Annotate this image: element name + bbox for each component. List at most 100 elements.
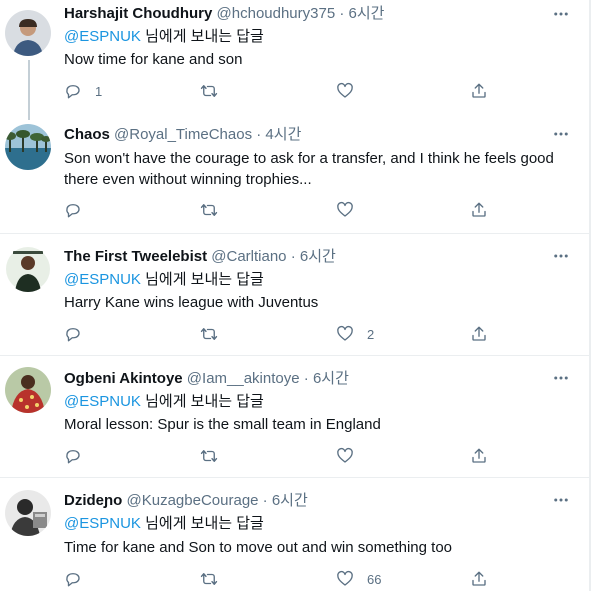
tweet[interactable]: Chaos @Royal_TimeChaos · 4시간 Son won't h… xyxy=(0,110,589,233)
timestamp[interactable]: 6시간 xyxy=(313,370,349,387)
separator-dot: · xyxy=(262,492,268,509)
more-icon[interactable] xyxy=(552,247,570,265)
separator-dot: · xyxy=(303,370,309,387)
like-icon xyxy=(337,201,353,217)
separator-dot: · xyxy=(339,5,345,22)
share-icon xyxy=(472,202,486,217)
reply-count: 1 xyxy=(95,83,103,99)
reply-context-label: 님에게 보내는 답글 xyxy=(140,28,264,45)
like-button[interactable] xyxy=(336,81,367,101)
retweet-icon xyxy=(200,204,218,216)
tweet-header: The First Tweelebist @Carltiano · 6시간 xyxy=(64,248,336,266)
tweet-text: Harry Kane wins league with Juventus xyxy=(64,294,319,311)
timestamp[interactable]: 4시간 xyxy=(265,126,301,143)
retweet-button[interactable] xyxy=(200,81,231,101)
avatar[interactable] xyxy=(5,10,51,56)
share-button[interactable] xyxy=(470,446,488,466)
like-button[interactable]: 66 xyxy=(336,569,381,589)
action-bar: 2 xyxy=(64,324,504,344)
retweet-button[interactable] xyxy=(200,569,231,589)
timestamp[interactable]: 6시간 xyxy=(349,5,385,22)
like-button[interactable]: 2 xyxy=(336,324,374,344)
reply-button[interactable] xyxy=(64,324,95,344)
reply-icon xyxy=(66,85,80,99)
tweet-header: Dzideɲo @KuzagbeCourage · 6시간 xyxy=(64,492,308,510)
share-icon xyxy=(472,448,486,463)
retweet-icon xyxy=(200,85,218,97)
retweet-icon xyxy=(200,450,218,462)
avatar[interactable] xyxy=(5,367,51,413)
like-count: 2 xyxy=(367,326,375,342)
tweet[interactable]: Dzideɲo @KuzagbeCourage · 6시간 @ESPNUK 님에… xyxy=(0,478,589,591)
like-count: 66 xyxy=(367,571,382,587)
share-button[interactable] xyxy=(470,81,488,101)
reply-context: @ESPNUK 님에게 보내는 답글 xyxy=(64,28,264,46)
action-bar xyxy=(64,446,504,466)
user-handle[interactable]: @hchoudhury375 xyxy=(217,5,336,22)
more-icon[interactable] xyxy=(552,5,570,23)
tweet-header: Chaos @Royal_TimeChaos · 4시간 xyxy=(64,126,301,144)
share-icon xyxy=(472,326,486,341)
user-handle[interactable]: @Iam__akintoye xyxy=(187,370,300,387)
like-button[interactable] xyxy=(336,200,367,220)
like-icon xyxy=(337,325,353,341)
reply-context-label: 님에게 보내는 답글 xyxy=(140,271,264,288)
timestamp[interactable]: 6시간 xyxy=(300,248,336,265)
action-bar: 1 xyxy=(64,81,504,101)
retweet-icon xyxy=(200,573,218,585)
avatar[interactable] xyxy=(5,124,51,170)
tweet-header: Ogbeni Akintoye @Iam__akintoye · 6시간 xyxy=(64,370,349,388)
like-button[interactable] xyxy=(336,446,367,466)
reply-context: @ESPNUK 님에게 보내는 답글 xyxy=(64,393,264,411)
share-button[interactable] xyxy=(470,569,488,589)
separator-dot: · xyxy=(290,248,296,265)
reply-icon xyxy=(66,204,80,218)
tweet[interactable]: The First Tweelebist @Carltiano · 6시간 @E… xyxy=(0,234,589,355)
user-handle[interactable]: @Carltiano xyxy=(211,248,286,265)
reply-button[interactable] xyxy=(64,446,95,466)
action-bar xyxy=(64,200,504,220)
reply-button[interactable] xyxy=(64,200,95,220)
share-icon xyxy=(472,83,486,98)
timestamp[interactable]: 6시간 xyxy=(272,492,308,509)
reply-context-label: 님에게 보내는 답글 xyxy=(140,393,264,410)
share-button[interactable] xyxy=(470,324,488,344)
share-button[interactable] xyxy=(470,200,488,220)
display-name[interactable]: Harshajit Choudhury xyxy=(64,5,212,22)
reply-icon xyxy=(66,573,80,587)
mention-link[interactable]: @ESPNUK xyxy=(64,393,141,410)
action-bar: 66 xyxy=(64,569,504,589)
more-icon[interactable] xyxy=(552,369,570,387)
avatar[interactable] xyxy=(5,490,51,536)
tweet-text: Moral lesson: Spur is the small team in … xyxy=(64,416,381,433)
tweet-text: Time for kane and Son to move out and wi… xyxy=(64,539,453,556)
share-icon xyxy=(472,571,486,586)
like-icon xyxy=(337,447,353,463)
more-icon[interactable] xyxy=(552,125,570,143)
display-name[interactable]: Dzideɲo xyxy=(64,492,122,509)
mention-link[interactable]: @ESPNUK xyxy=(64,515,141,532)
retweet-button[interactable] xyxy=(200,324,231,344)
reply-button[interactable] xyxy=(64,569,95,589)
like-icon xyxy=(337,82,353,98)
tweet-header: Harshajit Choudhury @hchoudhury375 · 6시간 xyxy=(64,5,384,23)
tweet-text: Now time for kane and son xyxy=(64,51,243,68)
user-handle[interactable]: @Royal_TimeChaos xyxy=(114,126,252,143)
tweet[interactable]: Ogbeni Akintoye @Iam__akintoye · 6시간 @ES… xyxy=(0,356,589,477)
retweet-button[interactable] xyxy=(200,200,231,220)
avatar[interactable] xyxy=(5,246,51,292)
reply-icon xyxy=(66,450,80,464)
tweet[interactable]: Harshajit Choudhury @hchoudhury375 · 6시간… xyxy=(0,0,589,120)
mention-link[interactable]: @ESPNUK xyxy=(64,28,141,45)
display-name[interactable]: Chaos xyxy=(64,126,110,143)
display-name[interactable]: Ogbeni Akintoye xyxy=(64,370,183,387)
more-icon[interactable] xyxy=(552,491,570,509)
reply-button[interactable]: 1 xyxy=(64,81,102,101)
retweet-button[interactable] xyxy=(200,446,231,466)
tweet-text: Son won't have the courage to ask for a … xyxy=(64,150,554,188)
mention-link[interactable]: @ESPNUK xyxy=(64,271,141,288)
user-handle[interactable]: @KuzagbeCourage xyxy=(127,492,259,509)
display-name[interactable]: The First Tweelebist xyxy=(64,248,207,265)
like-icon xyxy=(337,570,353,586)
reply-context: @ESPNUK 님에게 보내는 답글 xyxy=(64,271,264,289)
